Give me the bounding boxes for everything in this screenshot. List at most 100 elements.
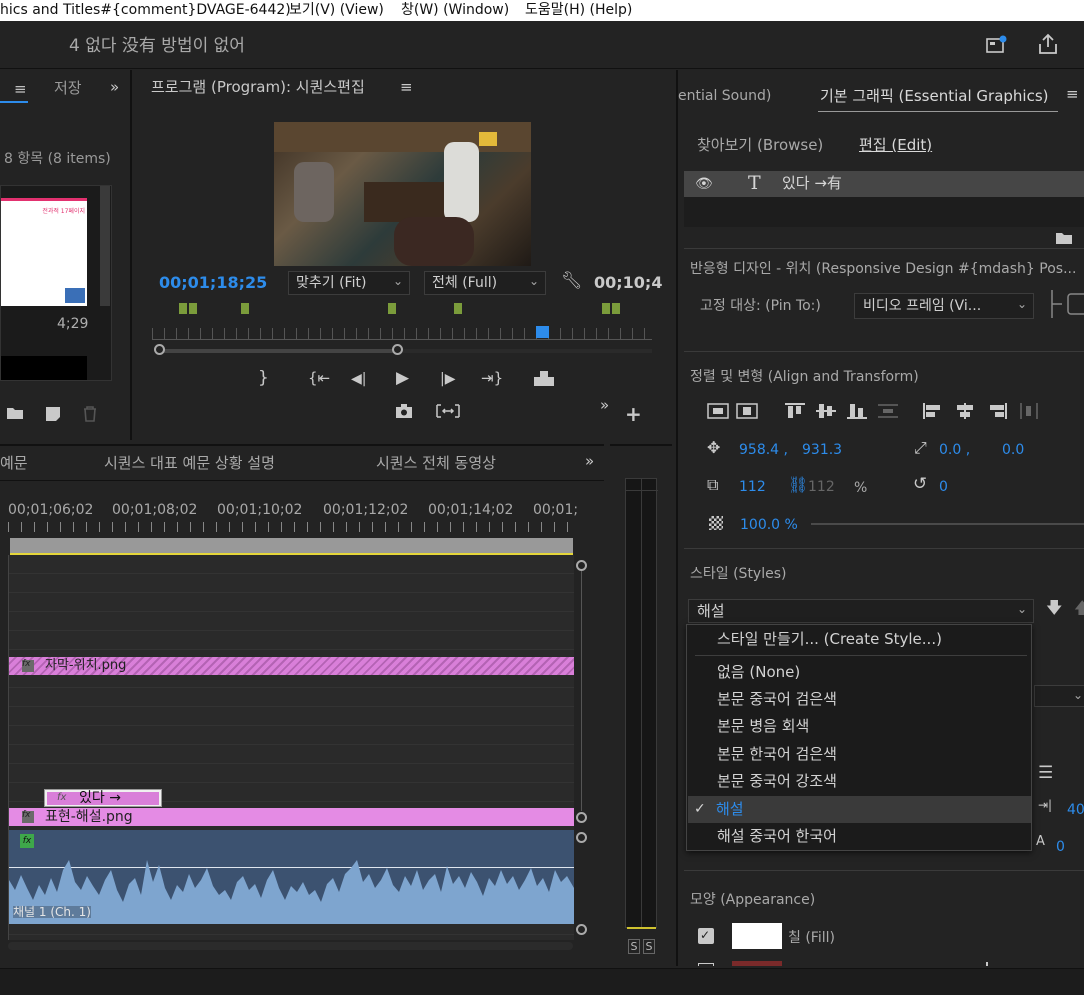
solo-right-button[interactable]: S — [643, 939, 655, 954]
opacity-slider[interactable] — [811, 523, 1084, 525]
tracking-value[interactable]: 400 — [1067, 803, 1084, 817]
comparison-view-icon[interactable] — [435, 402, 461, 420]
timeline-horizontal-scrollbar[interactable] — [8, 942, 573, 950]
style-item-body-chinese-accent[interactable]: 본문 중국어 강조색 — [717, 774, 837, 789]
anchor-x-value[interactable]: 0.0 , — [939, 443, 970, 457]
marker[interactable] — [388, 303, 396, 314]
play-icon[interactable]: ▶ — [396, 370, 409, 387]
fit-dropdown[interactable]: 맞추기 (Fit) ⌄ — [288, 271, 410, 295]
folder-icon[interactable] — [1055, 232, 1073, 245]
mark-out-icon[interactable]: } — [258, 370, 269, 387]
program-menu-icon[interactable]: ≡ — [400, 80, 413, 95]
share-icon[interactable] — [1038, 33, 1058, 55]
track-end-handle[interactable] — [576, 560, 587, 571]
sync-style-icon[interactable]: 🡅 — [1074, 600, 1084, 616]
menu-view[interactable]: 보기(V) (View) — [289, 3, 384, 17]
solo-left-button[interactable]: S — [628, 939, 640, 954]
overflow-icon[interactable]: » — [600, 398, 609, 413]
anchor-y-value[interactable]: 0.0 — [1002, 443, 1024, 457]
tab-essential-graphics[interactable]: 기본 그래픽 (Essential Graphics) — [820, 89, 1049, 104]
work-area-bar[interactable] — [10, 538, 573, 553]
kerning-value[interactable]: 0 — [1056, 840, 1065, 854]
timeline-tab-full-video[interactable]: 시퀀스 전체 동영상 — [376, 456, 496, 471]
menu-help[interactable]: 도움말(H) (Help) — [525, 3, 632, 17]
panel-menu-icon[interactable]: ≡ — [1066, 87, 1079, 102]
scale-link-icon[interactable]: ⛓ — [788, 477, 808, 493]
track-end-handle[interactable] — [576, 812, 587, 823]
clip-expression-note[interactable]: fx 표현-해설.png — [9, 808, 574, 826]
align-middle-icon[interactable] — [815, 402, 837, 420]
go-to-in-icon[interactable]: {⇤ — [308, 371, 330, 386]
project-tab-storage[interactable]: 저장 — [54, 81, 82, 96]
stroke-checkbox[interactable] — [698, 963, 714, 966]
distribute-vertical-icon[interactable] — [877, 402, 899, 420]
align-top-icon[interactable] — [784, 402, 806, 420]
style-item-body-chinese-black[interactable]: 본문 중국어 검은색 — [717, 692, 837, 707]
style-item-body-pinyin-gray[interactable]: 본문 병음 회색 — [717, 719, 809, 734]
new-bin-icon[interactable] — [6, 406, 24, 420]
marker[interactable] — [454, 303, 462, 314]
track-end-handle[interactable] — [576, 832, 587, 843]
style-item-narration-chinese-korean[interactable]: 해설 중국어 한국어 — [717, 829, 837, 844]
thumbnail-scrollbar[interactable] — [100, 186, 110, 306]
new-item-icon[interactable] — [45, 406, 61, 422]
zoom-handle-left[interactable] — [154, 344, 165, 355]
trash-icon[interactable] — [82, 405, 98, 422]
add-button-icon[interactable]: + — [625, 404, 642, 424]
step-forward-icon[interactable]: |▶ — [440, 372, 455, 386]
styles-dropdown[interactable]: 해설 ⌄ — [688, 599, 1034, 623]
push-style-icon[interactable]: 🡇 — [1046, 600, 1062, 616]
playhead-indicator[interactable] — [536, 326, 549, 338]
position-x-value[interactable]: 958.4 , — [739, 443, 788, 457]
panel-overflow-icon[interactable]: » — [585, 454, 594, 469]
panel-overflow-icon[interactable]: » — [110, 80, 119, 95]
style-item-narration[interactable]: 해설 — [716, 802, 744, 817]
clip-text-graphic[interactable]: fx 있다 → — [44, 789, 162, 807]
opacity-value[interactable]: 100.0 % — [740, 518, 798, 532]
fill-checkbox[interactable]: ✓ — [698, 928, 714, 944]
tab-edit[interactable]: 편집 (Edit) — [859, 138, 932, 153]
marker[interactable] — [241, 303, 249, 314]
resolution-dropdown[interactable]: 전체 (Full) ⌄ — [424, 271, 546, 295]
track-end-handle[interactable] — [576, 924, 587, 935]
timeline-ruler[interactable] — [8, 522, 574, 532]
go-to-out-icon[interactable]: ⇥} — [481, 371, 503, 386]
style-item-none[interactable]: 없음 (None) — [717, 665, 800, 680]
audio-clip[interactable]: fx 채널 1 (Ch. 1) — [9, 830, 574, 924]
quick-export-icon[interactable] — [986, 35, 1008, 55]
marker-group[interactable] — [602, 303, 622, 315]
wrench-icon[interactable]: 🔧︎ — [561, 273, 583, 290]
align-bottom-icon[interactable] — [846, 402, 868, 420]
pin-to-dropdown[interactable]: 비디오 프레임 (Vi... ⌄ — [854, 293, 1034, 319]
visibility-eye-icon[interactable]: 👁︎ — [695, 177, 713, 191]
zoom-handle-right[interactable] — [392, 344, 403, 355]
timeline-tab-example[interactable]: 예문 — [0, 456, 28, 471]
align-left-icon[interactable] — [922, 402, 944, 420]
tab-browse[interactable]: 찾아보기 (Browse) — [697, 138, 823, 153]
align-right-icon[interactable] — [986, 402, 1008, 420]
step-back-icon[interactable]: ◀| — [351, 372, 366, 386]
timeline-tab-description[interactable]: 시퀀스 대표 예문 상황 설명 — [104, 456, 275, 471]
position-y-value[interactable]: 931.3 — [802, 443, 842, 457]
align-center-icon[interactable] — [954, 402, 976, 420]
lift-icon[interactable] — [532, 370, 556, 388]
create-style-item[interactable]: 스타일 만들기... (Create Style...) — [717, 632, 942, 647]
monitor-time-ruler[interactable] — [152, 328, 652, 340]
justify-icon[interactable]: ☰ — [1038, 765, 1053, 782]
font-style-dropdown[interactable]: ⌄ — [1034, 685, 1084, 707]
style-item-body-korean-black[interactable]: 본문 한국어 검은색 — [717, 747, 837, 762]
scale-value[interactable]: 112 — [739, 480, 766, 494]
thumbnail-card[interactable]: 전과적 17페이지 4;29 — [0, 185, 112, 381]
playhead-timecode[interactable]: 00;01;18;25 — [159, 275, 267, 291]
align-vertical-center-icon[interactable] — [707, 402, 729, 420]
video-frame[interactable] — [274, 122, 531, 266]
project-tab-menu[interactable]: ≡ — [14, 82, 27, 97]
menu-window[interactable]: 창(W) (Window) — [401, 3, 509, 17]
style-item-selected-row[interactable]: ✓ 해설 — [688, 796, 1031, 823]
camera-icon[interactable] — [395, 403, 413, 419]
layer-row[interactable]: 👁︎ T 있다 →有 — [684, 171, 1084, 197]
fill-color-swatch[interactable] — [732, 923, 782, 949]
tab-essential-sound[interactable]: ential Sound) — [678, 89, 771, 103]
stroke-color-swatch[interactable] — [732, 961, 782, 966]
clip-subtitle-position[interactable]: fx 자막-위치.png — [9, 657, 574, 675]
